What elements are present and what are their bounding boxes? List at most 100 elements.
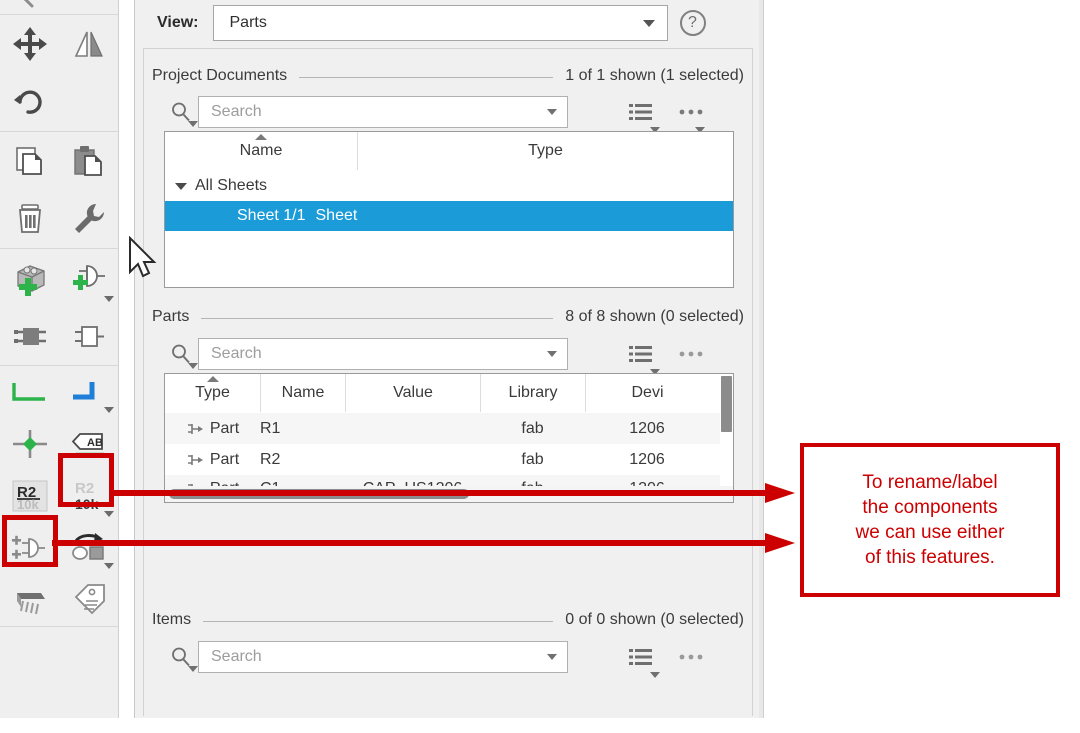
annotation-line-3: we can use either [855,522,1005,543]
panel-content-frame: Project Documents 1 of 1 shown (1 select… [143,48,753,716]
rotate-icon[interactable] [0,73,59,131]
mirror-icon[interactable] [59,15,118,73]
chevron-down-icon[interactable] [104,407,114,413]
chevron-down-icon[interactable] [547,109,557,115]
section-count: 8 of 8 shown (0 selected) [565,308,744,325]
search-field-wrapper-items[interactable] [198,641,568,673]
cell-type: Part [165,420,260,438]
toolbar-partial-row [0,0,118,15]
list-options-button-items[interactable] [620,640,662,678]
attribute-icon[interactable] [0,522,59,574]
chevron-down-icon[interactable] [175,182,187,190]
sort-ascending-icon [206,376,219,382]
chevron-down-icon[interactable] [188,121,198,127]
table-row[interactable]: Part R1 fab 1206 [165,413,733,444]
chevron-down-icon[interactable] [188,363,198,369]
wrench-icon[interactable] [59,190,118,248]
cell-library: fab [521,419,544,437]
paste-icon[interactable] [59,132,118,190]
tag-icon[interactable] [59,574,118,626]
table-row-all-sheets[interactable]: All Sheets [165,171,733,201]
section-count: 0 of 0 shown (0 selected) [565,611,744,628]
column-header-value[interactable]: Value [345,374,480,412]
scrollbar-thumb[interactable] [721,376,732,432]
column-header-device[interactable]: Devi [585,374,709,412]
section-divider [203,620,554,622]
annotation-note-text: To rename/label the components we can us… [856,470,1005,570]
list-options-button-parts[interactable] [620,337,662,375]
move-icon[interactable] [0,15,59,73]
net-green-icon[interactable] [0,366,59,418]
table-row-sheet-1[interactable]: Sheet 1/1 Sheet [165,201,733,231]
app-root: AB R2 10k R2 10k View: Parts ? Project D… [0,0,1080,733]
ic-chip-icon[interactable] [0,574,59,626]
chevron-down-icon[interactable] [188,666,198,672]
add-part-icon[interactable] [0,249,59,307]
bus-blue-icon[interactable] [59,366,118,418]
search-icon[interactable] [164,640,198,674]
column-header-name[interactable]: Name [165,132,357,170]
table-header-row: Type Name Value Library Devi [165,374,733,413]
view-select-value: Parts [229,14,267,31]
column-header-type[interactable]: Type [357,132,733,170]
copy-icon[interactable] [0,132,59,190]
add-gate-icon[interactable] [59,249,118,307]
more-options-button-project-documents[interactable] [670,95,712,133]
column-header-label: Name [281,384,325,401]
chevron-down-icon[interactable] [104,563,114,569]
section-title: Items [152,611,192,628]
label-ab-icon[interactable]: AB [59,418,118,470]
sort-ascending-icon [255,134,267,140]
project-documents-table[interactable]: Name Type All Sheets Sheet 1/1 Sheet [164,131,734,288]
search-icon[interactable] [164,95,198,129]
column-header-type[interactable]: Type [165,374,260,412]
symbol-icon[interactable] [59,307,118,365]
more-options-button-parts[interactable] [670,337,712,371]
mouse-cursor [129,236,157,278]
cell-type: Sheet [315,207,358,224]
delete-icon[interactable] [0,190,59,248]
search-row-project-documents [152,93,744,133]
help-icon[interactable]: ? [679,10,706,36]
cell-name: All Sheets [195,177,268,194]
search-field-wrapper-project-documents[interactable] [198,96,568,128]
table-header-row: Name Type [165,132,733,171]
chevron-down-icon[interactable] [642,20,655,27]
column-header-library[interactable]: Library [480,374,585,412]
cell-name: R1 [260,419,281,437]
section-divider [299,76,554,78]
chevron-down-icon[interactable] [104,511,114,517]
list-options-button-project-documents[interactable] [620,95,662,133]
smd-package-icon[interactable] [0,307,59,365]
cell-library: fab [521,450,544,468]
svg-text:10k: 10k [75,496,99,512]
chevron-down-icon[interactable] [547,654,557,660]
toolbar-group-nets: AB R2 10k R2 10k [0,366,118,627]
chevron-down-icon[interactable] [547,351,557,357]
name-value-icon[interactable]: R2 10k [0,470,59,522]
search-input-parts[interactable] [209,344,543,364]
section-title: Project Documents [152,67,288,84]
view-bar: View: Parts ? [135,0,761,46]
search-row-parts [152,335,744,375]
chevron-down-icon[interactable] [650,672,660,678]
search-icon[interactable] [164,337,198,371]
annotation-note: To rename/label the components we can us… [800,443,1060,597]
more-options-button-items[interactable] [670,640,712,674]
cell-type: Part [165,451,260,469]
part-pin-icon [187,454,203,465]
table-row[interactable]: Part R2 fab 1206 [165,444,733,475]
column-header-name[interactable]: Name [260,374,345,412]
search-input-items[interactable] [209,647,543,667]
cell-device: 1206 [629,419,665,437]
annotation-arrow-label-tool [110,483,795,503]
view-select[interactable]: Parts [212,5,668,41]
junction-icon[interactable] [0,418,59,470]
search-input-project-documents[interactable] [209,102,543,122]
annotation-line-1: To rename/label [862,471,998,493]
search-field-wrapper-parts[interactable] [198,338,568,370]
column-header-label: Library [508,384,558,401]
toolbar-group-transform [0,15,118,132]
chevron-down-icon[interactable] [104,296,114,302]
